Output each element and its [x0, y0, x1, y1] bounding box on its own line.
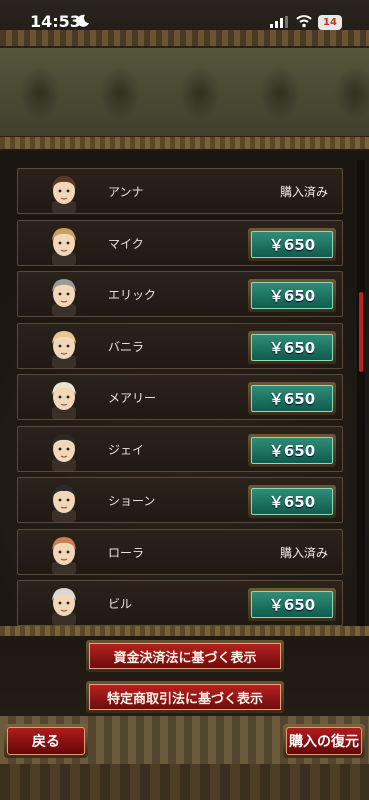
character-name: ビル	[108, 597, 133, 611]
character-avatar	[52, 485, 76, 522]
top-frame-ornament	[0, 30, 369, 48]
character-avatar	[52, 176, 76, 213]
back-button[interactable]: 戻る	[4, 724, 88, 758]
character-list-area: アンナ 購入済み マイク ￥650 エリック ￥650 バニラ ￥650 メアリー ￥650 ジェイ…	[0, 150, 369, 628]
price-label: ￥650	[251, 282, 333, 309]
character-name: ジェイ	[108, 442, 145, 457]
bottom-ornament	[0, 764, 369, 800]
list-item[interactable]: ショーン ￥650	[17, 477, 343, 523]
list-item[interactable]: ビル ￥650	[17, 580, 343, 626]
character-avatar	[52, 536, 76, 574]
battery-badge: 14	[318, 15, 342, 30]
buy-button[interactable]: ￥650	[248, 330, 336, 364]
list-item[interactable]: ローラ 購入済み	[17, 528, 343, 575]
restore-purchases-label: 購入の復元	[286, 727, 362, 755]
restore-purchases-button[interactable]: 購入の復元	[283, 724, 365, 758]
status-time: 14:53	[30, 12, 81, 31]
wifi-icon	[296, 15, 312, 28]
buy-button[interactable]: ￥650	[248, 433, 336, 467]
price-label: ￥650	[251, 333, 333, 361]
character-avatar	[52, 382, 76, 419]
price-label: ￥650	[251, 591, 333, 618]
list-item[interactable]: アンナ 購入済み	[17, 168, 343, 214]
buy-button[interactable]: ￥650	[248, 279, 336, 312]
list-item[interactable]: メアリー ￥650	[17, 374, 343, 420]
character-avatar	[52, 330, 76, 368]
payment-services-act-button[interactable]: 資金決済法に基づく表示	[86, 640, 284, 672]
character-name: ローラ	[108, 545, 145, 560]
character-avatar	[52, 433, 76, 471]
buy-button[interactable]: ￥650	[248, 382, 336, 415]
back-label: 戻る	[7, 727, 85, 755]
cellular-signal-icon	[270, 16, 288, 28]
commercial-transactions-act-label: 特定商取引法に基づく表示	[89, 684, 281, 710]
price-label: ￥650	[251, 436, 333, 464]
character-avatar	[52, 227, 76, 265]
scrollbar-thumb[interactable]	[359, 292, 363, 372]
price-label: ￥650	[251, 488, 333, 515]
character-name: メアリー	[108, 391, 157, 405]
header-rail-ornament	[0, 136, 369, 150]
character-name: エリック	[108, 288, 157, 302]
buy-button[interactable]: ￥650	[248, 227, 336, 261]
character-list[interactable]: アンナ 購入済み マイク ￥650 エリック ￥650 バニラ ￥650 メアリー ￥650 ジェイ…	[17, 160, 343, 626]
character-name: バニラ	[108, 339, 145, 354]
character-avatar	[52, 279, 76, 316]
character-name: マイク	[108, 236, 144, 251]
scrollbar-track[interactable]	[357, 160, 365, 626]
bottom-rail-ornament	[0, 626, 369, 636]
character-avatar	[52, 588, 76, 625]
price-label: ￥650	[251, 385, 333, 412]
list-item[interactable]: バニラ ￥650	[17, 322, 343, 369]
moon-icon	[77, 14, 89, 27]
character-name: ショーン	[108, 494, 156, 508]
header-banner	[0, 48, 369, 138]
price-label: ￥650	[251, 230, 333, 258]
list-item[interactable]: マイク ￥650	[17, 219, 343, 266]
buy-button[interactable]: ￥650	[248, 485, 336, 518]
list-item[interactable]: ジェイ ￥650	[17, 425, 343, 472]
buy-button[interactable]: ￥650	[248, 588, 336, 621]
purchased-status: 購入済み	[279, 185, 328, 199]
purchased-status: 購入済み	[279, 545, 328, 560]
list-item[interactable]: エリック ￥650	[17, 271, 343, 317]
payment-services-act-label: 資金決済法に基づく表示	[89, 643, 281, 669]
commercial-transactions-act-button[interactable]: 特定商取引法に基づく表示	[86, 681, 284, 713]
character-name: アンナ	[108, 185, 144, 199]
